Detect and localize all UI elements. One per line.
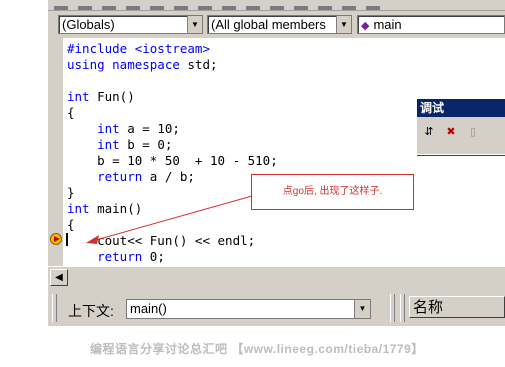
annotation-callout: 点go后, 出现了这样子. (251, 174, 414, 210)
watermark: 编程语言分享讨论总汇吧 【www.lineeg.com/tieba/1779】 (90, 342, 424, 356)
